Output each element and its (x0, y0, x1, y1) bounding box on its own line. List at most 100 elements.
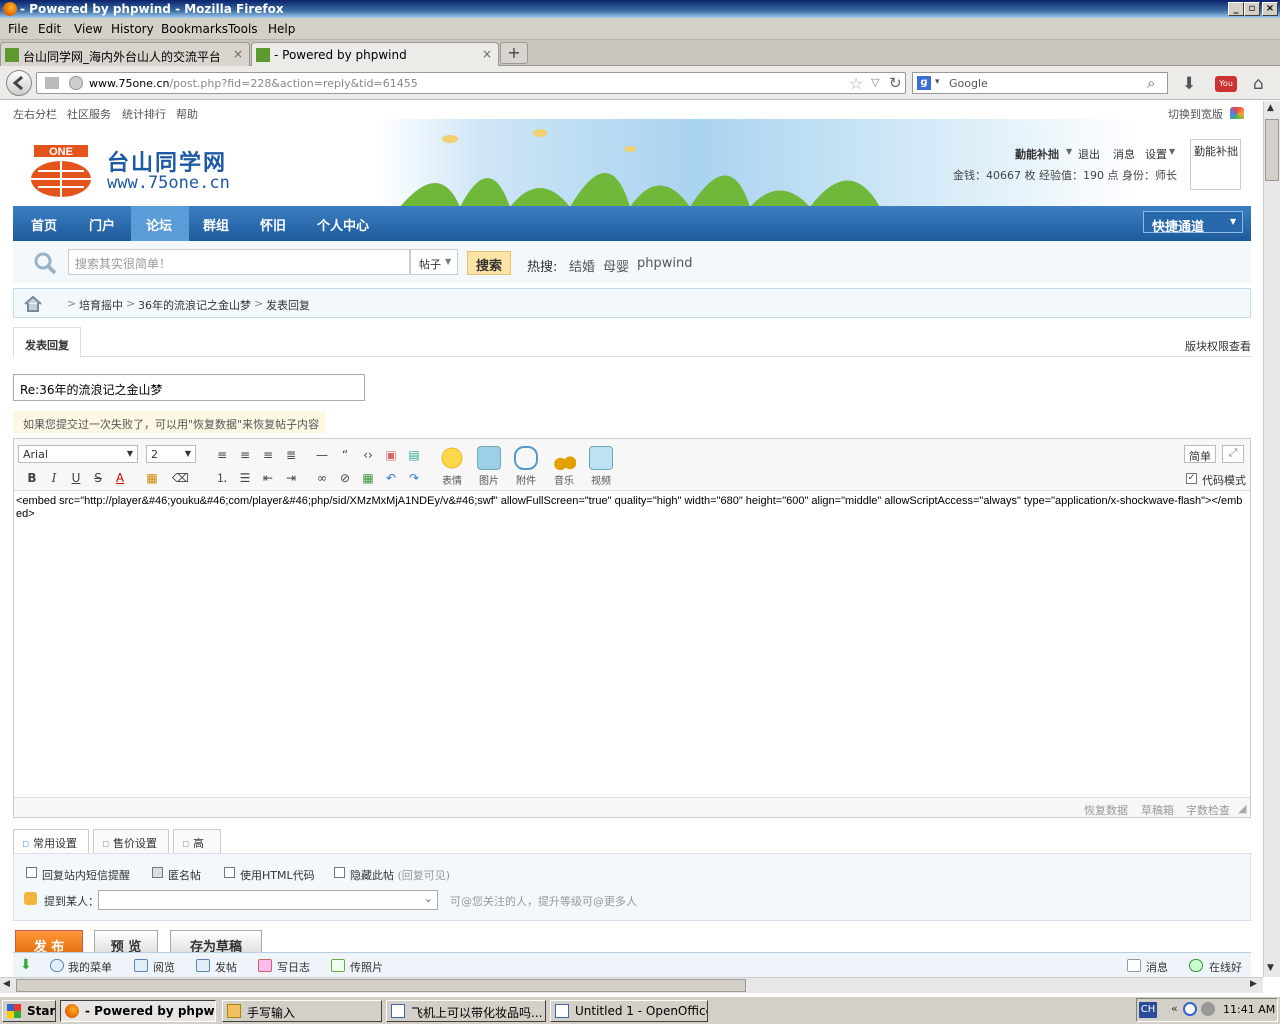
language-indicator[interactable]: CH (1139, 1002, 1157, 1018)
align-justify-icon[interactable]: ≣ (283, 447, 299, 463)
tab-post-reply[interactable]: 发表回复 (13, 327, 81, 358)
upload-photo-link[interactable]: 传照片 (350, 959, 383, 975)
horizontal-scrollbar[interactable]: ◀ ▶ (0, 977, 1263, 993)
double-chevron-down-icon[interactable]: ⌄ (424, 892, 433, 905)
menu-view[interactable]: View (74, 22, 102, 36)
search-icon[interactable]: ⌕ (1147, 74, 1155, 92)
volume-icon[interactable] (1201, 1002, 1215, 1016)
resize-handle-icon[interactable]: ◢ (1238, 802, 1246, 815)
board-permissions-link[interactable]: 版块权限查看 (1185, 338, 1251, 354)
tab-common-settings[interactable]: ▫ 常用设置 (13, 829, 89, 854)
tray-app-icon[interactable] (1183, 1002, 1197, 1016)
address-bar[interactable]: www.75one.cn/post.php?fid=228&action=rep… (36, 72, 906, 94)
download-arrow-icon[interactable]: ⬇ (20, 957, 32, 973)
editor-textarea[interactable]: <embed src="http://player&#46;youku&#46;… (16, 495, 1248, 795)
messages-link[interactable]: 消息 (1146, 959, 1168, 975)
search-type-select[interactable]: 帖子 ▼ (410, 249, 458, 275)
word-count-link[interactable]: 字数检查 (1186, 802, 1230, 818)
menu-help[interactable]: Help (268, 22, 295, 36)
dropdown-icon[interactable]: ▽ (871, 76, 879, 89)
nav-personal-center[interactable]: 个人中心 (317, 215, 369, 234)
align-right-icon[interactable]: ≡ (260, 447, 276, 463)
home-icon[interactable] (24, 296, 42, 312)
minimize-button[interactable]: _ (1228, 2, 1244, 16)
home-icon[interactable]: ⌂ (1253, 74, 1264, 94)
hot-search-marriage[interactable]: 结婚 (569, 256, 595, 275)
quick-access-dropdown[interactable]: 快捷通道 ▼ (1143, 211, 1243, 235)
restore-data-link[interactable]: 恢复数据 (1084, 802, 1128, 818)
nav-portal[interactable]: 门户 (89, 215, 115, 234)
write-diary-link[interactable]: 写日志 (277, 959, 310, 975)
taskbar-firefox[interactable]: - Powered by phpwin... (60, 1000, 216, 1022)
bold-icon[interactable]: B (24, 470, 40, 486)
site-identity-icon[interactable] (69, 76, 83, 90)
italic-icon[interactable]: I (46, 470, 62, 486)
nav-groups[interactable]: 群组 (203, 215, 229, 234)
my-menu-link[interactable]: 我的菜单 (68, 959, 112, 975)
menu-edit[interactable]: Edit (38, 22, 61, 36)
tray-expand-icon[interactable]: « (1171, 1002, 1178, 1015)
scroll-right-icon[interactable]: ▶ (1250, 979, 1257, 989)
reply-notify-checkbox[interactable]: 回复站内短信提醒 (26, 867, 130, 883)
code-icon[interactable]: ‹› (360, 447, 376, 463)
ordered-list-icon[interactable]: ⒈ (214, 470, 230, 486)
font-family-select[interactable]: Arial ▼ (18, 445, 138, 463)
scroll-up-icon[interactable]: ▲ (1267, 103, 1274, 113)
insert-block-icon[interactable]: ▣ (383, 447, 399, 463)
taskbar-handwriting[interactable]: 手写输入 (222, 1000, 382, 1022)
align-center-icon[interactable]: ≡ (237, 447, 253, 463)
indent-icon[interactable]: ⇥ (283, 470, 299, 486)
download-icon[interactable]: ⬇ (1182, 74, 1196, 94)
font-color-icon[interactable]: A (112, 470, 128, 486)
youtube-icon[interactable]: You (1215, 76, 1237, 92)
new-tab-button[interactable]: + (500, 42, 528, 64)
table-icon[interactable]: ▦ (360, 470, 376, 486)
outdent-icon[interactable]: ⇤ (260, 470, 276, 486)
subject-input[interactable]: Re:36年的流浪记之金山梦 (13, 374, 365, 401)
search-button[interactable]: 搜索 (467, 251, 511, 275)
taskbar-openoffice[interactable]: Untitled 1 - OpenOffice.... (550, 1000, 708, 1022)
link-icon[interactable]: ∞ (314, 470, 330, 486)
background-color-icon[interactable]: ▦ (144, 470, 160, 486)
font-size-select[interactable]: 2 ▼ (146, 445, 196, 463)
use-html-checkbox[interactable]: 使用HTML代码 (224, 867, 315, 883)
settings-link[interactable]: 设置 (1145, 146, 1167, 162)
browser-tab-2[interactable]: - Powered by phpwind × (251, 42, 499, 67)
attachment-button[interactable]: 附件 (511, 446, 541, 487)
tab-price-settings[interactable]: ▫ 售价设置 (93, 829, 169, 853)
redo-icon[interactable]: ↷ (406, 470, 422, 486)
avatar[interactable]: 勤能补拙 (1190, 139, 1241, 190)
post-link[interactable]: 发帖 (215, 959, 237, 975)
hot-search-phpwind[interactable]: phpwind (637, 256, 692, 271)
close-tab-icon[interactable]: × (233, 47, 243, 61)
image-button[interactable]: 图片 (474, 446, 504, 487)
menu-history[interactable]: History (111, 22, 154, 36)
nav-forum[interactable]: 论坛 (146, 215, 172, 234)
code-mode-checkbox[interactable]: ✓ (1186, 473, 1197, 484)
online-friends-link[interactable]: 在线好友 (1209, 959, 1251, 977)
browser-tab-1[interactable]: 台山同学网_海内外台山人的交流平台_... × (0, 42, 250, 66)
menu-tools[interactable]: Tools (228, 22, 258, 36)
chevron-down-icon[interactable]: ▼ (1169, 147, 1175, 156)
hide-post-checkbox[interactable]: 隐藏此帖 (回复可见) (334, 867, 450, 883)
reload-icon[interactable]: ↻ (889, 74, 902, 92)
taskbar-document[interactable]: 飞机上可以带化妆品吗... (386, 1000, 546, 1022)
menu-bookmarks[interactable]: Bookmarks (161, 22, 228, 36)
insert-page-icon[interactable]: ▤ (406, 447, 422, 463)
emoticon-button[interactable]: 表情 (437, 446, 467, 487)
horizontal-rule-icon[interactable]: — (314, 447, 330, 463)
breadcrumb-thread[interactable]: 36年的流浪记之金山梦 (138, 297, 251, 313)
nav-home[interactable]: 首页 (31, 215, 57, 234)
close-tab-icon[interactable]: × (482, 47, 492, 61)
simple-mode-button[interactable]: 简单 (1184, 445, 1216, 463)
forum-search-input[interactable]: 搜索其实很简单！ (68, 249, 410, 275)
underline-icon[interactable]: U (68, 470, 84, 486)
anonymous-checkbox[interactable]: 匿名帖 (152, 867, 201, 883)
fullscreen-icon[interactable]: ⤢ (1222, 445, 1244, 463)
menu-file[interactable]: File (8, 22, 28, 36)
chevron-down-icon[interactable]: ▾ (935, 77, 940, 87)
quote-icon[interactable]: “ (337, 447, 353, 463)
unlink-icon[interactable]: ⊘ (337, 470, 353, 486)
logout-link[interactable]: 退出 (1078, 146, 1100, 162)
nav-nostalgia[interactable]: 怀旧 (260, 215, 286, 234)
